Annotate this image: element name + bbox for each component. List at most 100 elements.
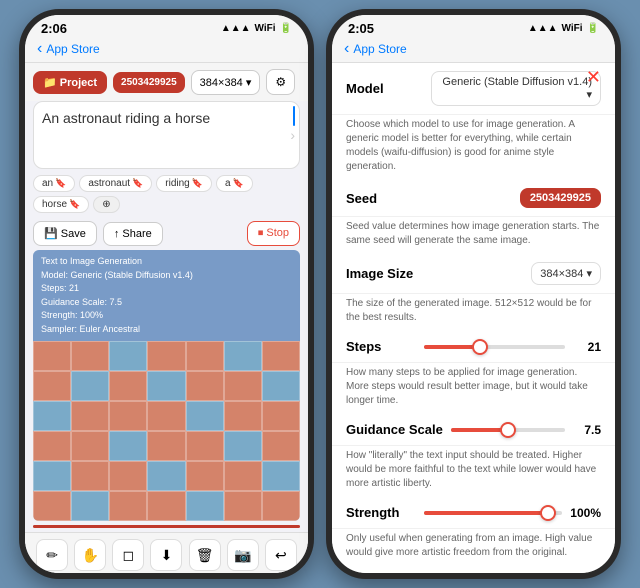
tool-trash[interactable]: 🗑 [189, 539, 221, 571]
seed-value[interactable]: 2503429925 [520, 188, 601, 208]
wifi-icon: WiFi [255, 23, 276, 34]
tags-row: an 🔖 astronaut 🔖 riding 🔖 a 🔖 horse 🔖 ⊕ [25, 173, 308, 217]
size-button[interactable]: 384×384 ▾ [191, 70, 261, 95]
prompt-textarea[interactable]: An astronaut riding a horse [42, 110, 291, 160]
right-wifi-icon: WiFi [562, 23, 583, 34]
grid-cell [109, 341, 147, 371]
tag-close-riding[interactable]: 🔖 [192, 178, 203, 189]
image-size-label: Image Size [346, 266, 416, 281]
grid-cell [147, 461, 185, 491]
right-phone: 2:05 ▲▲▲ WiFi 🔋 ‹ App Store ✕ Model Gene… [326, 9, 621, 579]
guidance-slider-track[interactable] [451, 428, 565, 432]
steps-slider-thumb[interactable] [472, 339, 488, 355]
model-value: Generic (Stable Diffusion v1.4) ▾ [440, 76, 592, 101]
info-line2: Model: Generic (Stable Diffusion v1.4) [41, 269, 292, 283]
tool-download[interactable]: ⬇ [150, 539, 182, 571]
grid-cell [262, 341, 300, 371]
grid-cell [186, 461, 224, 491]
grid-cell [262, 401, 300, 431]
signal-icon: ▲▲▲ [221, 23, 251, 34]
close-button[interactable]: ✕ [586, 67, 601, 88]
back-arrow-icon[interactable]: ‹ [37, 40, 42, 58]
prompt-textarea-container: An astronaut riding a horse › [33, 101, 300, 169]
grid-cell [109, 461, 147, 491]
grid-cell [109, 431, 147, 461]
guidance-value: 7.5 [573, 423, 601, 437]
guidance-setting-row: Guidance Scale 7.5 [332, 414, 615, 446]
steps-setting-row: Steps 21 [332, 331, 615, 363]
project-button[interactable]: 📁 Project [33, 71, 107, 94]
tag-add[interactable]: ⊕ [93, 196, 119, 213]
grid-cell [262, 461, 300, 491]
strength-slider-container: 100% [424, 506, 601, 520]
stop-button[interactable]: ⏹ Stop [247, 221, 300, 246]
steps-slider-track[interactable] [424, 345, 565, 349]
tag-close-a[interactable]: 🔖 [233, 178, 244, 189]
sampler-setting-row: Sampler Euler Ancestral ▾ [332, 566, 615, 573]
settings-content: Model Generic (Stable Diffusion v1.4) ▾ … [332, 63, 615, 573]
tool-hand[interactable]: ✋ [74, 539, 106, 571]
right-status-bar: 2:05 ▲▲▲ WiFi 🔋 [332, 15, 615, 38]
tool-camera[interactable]: 📷 [227, 539, 259, 571]
left-status-icons: ▲▲▲ WiFi 🔋 [221, 23, 292, 34]
image-size-select[interactable]: 384×384 ▾ [531, 262, 601, 285]
grid-cell [109, 401, 147, 431]
settings-icon: ⚙ [275, 75, 286, 89]
share-button[interactable]: ↑ Share [103, 222, 163, 246]
image-size-description: The size of the generated image. 512×512… [332, 297, 615, 331]
progress-bar-container [33, 525, 300, 528]
seed-description: Seed value determines how image generati… [332, 220, 615, 254]
tool-erase[interactable]: ◻ [112, 539, 144, 571]
image-size-value: 384×384 ▾ [540, 267, 592, 280]
left-nav-store: App Store [46, 42, 99, 56]
grid-cell [109, 371, 147, 401]
grid-cell [109, 491, 147, 521]
guidance-label: Guidance Scale [346, 422, 443, 437]
grid-cell [147, 431, 185, 461]
tag-close-an[interactable]: 🔖 [55, 178, 66, 189]
right-time: 2:05 [348, 21, 374, 36]
strength-value: 100% [570, 506, 601, 520]
tag-a[interactable]: a 🔖 [216, 175, 253, 192]
tag-close-astronaut[interactable]: 🔖 [132, 178, 143, 189]
seed-button[interactable]: 2503429925 [113, 72, 185, 93]
tool-pencil[interactable]: ✏ [36, 539, 68, 571]
grid-cell [224, 401, 262, 431]
toolbar-row: 📁 Project 2503429925 384×384 ▾ ⚙ [25, 63, 308, 101]
guidance-slider-thumb[interactable] [500, 422, 516, 438]
grid-cell [33, 371, 71, 401]
grid-cell [224, 461, 262, 491]
strength-description: Only useful when generating from an imag… [332, 532, 615, 566]
image-size-setting-row: Image Size 384×384 ▾ [332, 254, 615, 294]
grid-cell [224, 371, 262, 401]
tag-riding[interactable]: riding 🔖 [156, 175, 212, 192]
grid-cell [186, 401, 224, 431]
grid-cell [33, 461, 71, 491]
left-status-bar: 2:06 ▲▲▲ WiFi 🔋 [25, 15, 308, 38]
info-line1: Text to Image Generation [41, 255, 292, 269]
tag-horse[interactable]: horse 🔖 [33, 196, 89, 213]
tag-astronaut[interactable]: astronaut 🔖 [79, 175, 152, 192]
strength-slider-fill [424, 511, 548, 515]
grid-cell [262, 371, 300, 401]
tool-undo[interactable]: ↩ [265, 539, 297, 571]
grid-cell [71, 461, 109, 491]
expand-arrow-icon[interactable]: › [290, 127, 295, 143]
left-phone-content: 📁 Project 2503429925 384×384 ▾ ⚙ An astr… [25, 63, 308, 573]
settings-button[interactable]: ⚙ [266, 69, 295, 95]
grid-cell [186, 491, 224, 521]
model-select[interactable]: Generic (Stable Diffusion v1.4) ▾ [431, 71, 601, 106]
grid-cell [71, 491, 109, 521]
steps-value: 21 [573, 340, 601, 354]
strength-slider-track[interactable] [424, 511, 562, 515]
grid-cell [186, 371, 224, 401]
right-back-arrow-icon[interactable]: ‹ [344, 40, 349, 58]
save-button[interactable]: 💾 Save [33, 221, 97, 246]
tag-an[interactable]: an 🔖 [33, 175, 75, 192]
right-nav-store: App Store [353, 42, 406, 56]
info-line4: Guidance Scale: 7.5 [41, 296, 292, 310]
steps-slider-container: 21 [424, 340, 601, 354]
strength-slider-thumb[interactable] [540, 505, 556, 521]
tag-close-horse[interactable]: 🔖 [69, 199, 80, 210]
steps-label: Steps [346, 339, 416, 354]
